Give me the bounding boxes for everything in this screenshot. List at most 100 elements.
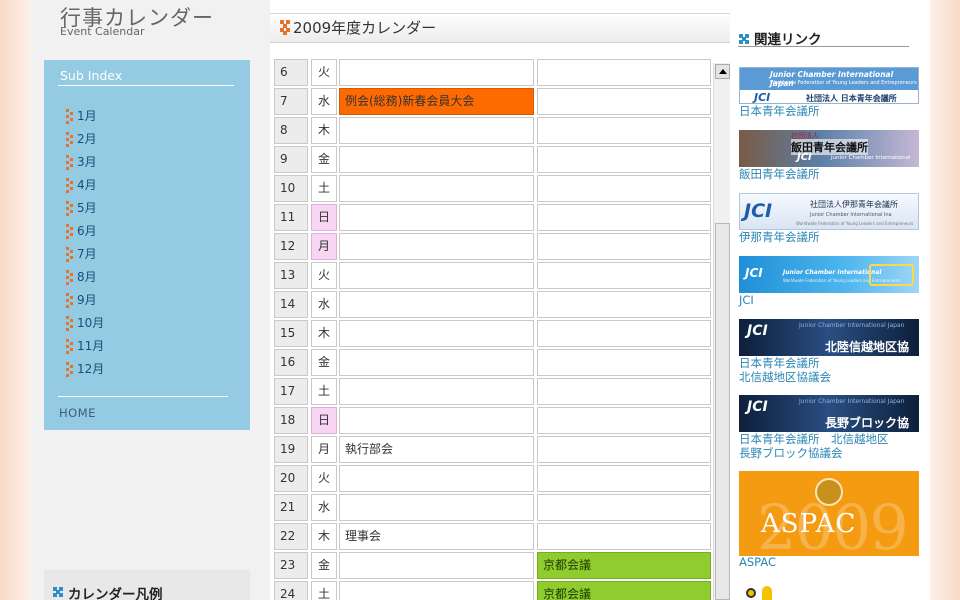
month-link[interactable]: 8月 [66, 268, 97, 285]
month-link[interactable]: 3月 [66, 153, 97, 170]
banner-caption[interactable]: 日本青年会議所 北信越地区 [739, 433, 919, 446]
orange-marker-icon [280, 20, 291, 35]
banner-caption[interactable]: ASPAC [739, 556, 919, 569]
event-cell [339, 465, 534, 492]
banner-caption[interactable]: 飯田青年会議所 [739, 168, 919, 181]
event-cell [339, 204, 534, 231]
banner-text: Junior Chamber International [783, 269, 882, 276]
weekday-cell: 火 [311, 262, 337, 289]
banner-text: 社団法人 日本青年会議所 [806, 94, 897, 103]
banner-ina[interactable]: JCI 社団法人伊那青年会議所 Junior Chamber Internati… [739, 193, 919, 244]
event-cell [339, 494, 534, 521]
month-item: 7月 [66, 242, 104, 265]
divider [58, 85, 234, 86]
month-label: 5月 [77, 201, 97, 215]
event-cell [339, 175, 534, 202]
event-cell [339, 581, 534, 600]
banner-caption[interactable]: JCI [739, 294, 919, 307]
banner-jci-japan[interactable]: Junior Chamber International Japan World… [739, 67, 919, 118]
month-link[interactable]: 1月 [66, 107, 97, 124]
event-cell[interactable]: 京都会議 [537, 581, 711, 600]
banner-text: Worldwide Federation of Young Leaders an… [770, 80, 917, 86]
weekday-cell: 土 [311, 378, 337, 405]
banner-text: 長野ブロック協議会 [825, 416, 910, 430]
month-item: 8月 [66, 265, 104, 288]
right-column: 関連リンク Junior Chamber International Japan… [730, 0, 930, 600]
event-cell [339, 233, 534, 260]
event-cell [537, 436, 711, 463]
calendar-row: 20 火 [273, 464, 714, 493]
month-link[interactable]: 7月 [66, 245, 97, 262]
calendar-row: 16 金 [273, 348, 714, 377]
calendar-row: 13 火 [273, 261, 714, 290]
banner-caption[interactable]: 北信越地区協議会 [739, 371, 919, 384]
orange-bullet-icon [66, 246, 74, 262]
banner-nagano[interactable]: JCI Junior Chamber International Japan 長… [739, 395, 919, 460]
event-cell [537, 349, 711, 376]
day-number: 15 [274, 320, 308, 347]
month-item: 10月 [66, 311, 104, 334]
banner-text: Junior Chamber International Japan [799, 322, 905, 329]
banner-aspac[interactable]: 2009 ASPAC ASPAC [739, 471, 919, 569]
month-link[interactable]: 10月 [66, 314, 104, 331]
calendar-row: 9金 [273, 145, 714, 174]
month-label: 11月 [77, 339, 105, 353]
banner-text: Junior Chamber International Japan [799, 398, 905, 405]
scroll-thumb[interactable] [715, 223, 730, 600]
month-link[interactable]: 6月 [66, 222, 97, 239]
banner-caption[interactable]: 日本青年会議所 [739, 105, 919, 118]
banner-caption[interactable]: 日本青年会議所 [739, 357, 919, 370]
day-number: 9 [274, 146, 308, 173]
banner-jci[interactable]: JCI Junior Chamber International Worldwi… [739, 256, 919, 307]
month-label: 3月 [77, 155, 97, 169]
weekday-cell: 金 [311, 146, 337, 173]
event-cell[interactable]: 京都会議 [537, 552, 711, 579]
page: 行事カレンダー Event Calendar Sub Index 1月 2月 3月 4… [30, 0, 930, 600]
event-cell [537, 59, 711, 86]
weekday-cell: 月 [311, 436, 337, 463]
weekday-cell: 金 [311, 552, 337, 579]
banner-iida[interactable]: 社団法人 飯田青年会議所 JCI Junior Chamber Internat… [739, 130, 919, 181]
weekday-cell: 水 [311, 291, 337, 318]
scroll-up-button[interactable] [715, 64, 730, 79]
jci-logo-icon: JCI [744, 200, 773, 222]
divider [58, 396, 228, 397]
month-link[interactable]: 5月 [66, 199, 97, 216]
event-cell[interactable]: 執行部会 [339, 436, 534, 463]
month-link[interactable]: 4月 [66, 176, 97, 193]
event-cell [339, 117, 534, 144]
month-link[interactable]: 11月 [66, 337, 104, 354]
event-cell [339, 378, 534, 405]
calendar-row: 24 土 京都会議 [273, 580, 714, 600]
weekday-cell: 木 [311, 117, 337, 144]
aspac-emblem-icon [815, 478, 843, 506]
month-link[interactable]: 12月 [66, 360, 104, 377]
day-number: 21 [274, 494, 308, 521]
weekday-cell: 日 [311, 204, 337, 231]
day-number: 10 [274, 175, 308, 202]
month-item: 4月 [66, 173, 104, 196]
day-number: 13 [274, 262, 308, 289]
event-cell[interactable]: 例会(総務)新春会員大会 [339, 88, 534, 115]
event-cell [537, 146, 711, 173]
month-link[interactable]: 2月 [66, 130, 97, 147]
banner-text: Junior Chamber International [831, 155, 911, 161]
iida-banner-image: 社団法人 飯田青年会議所 JCI Junior Chamber Internat… [739, 130, 919, 167]
orange-bullet-icon [66, 200, 74, 216]
weekday-cell: 木 [311, 523, 337, 550]
banner-hokushinetsu[interactable]: JCI Junior Chamber International Japan 北… [739, 319, 919, 384]
jci-logo-icon: JCI [745, 266, 763, 280]
scrollbar[interactable] [713, 63, 730, 600]
calendar-row: 15 木 [273, 319, 714, 348]
banner-caption[interactable]: 伊那青年会議所 [739, 231, 919, 244]
banner-caption[interactable]: 長野ブロック協議会 [739, 447, 919, 460]
month-item: 3月 [66, 150, 104, 173]
event-cell[interactable]: 理事会 [339, 523, 534, 550]
jci-logo-icon: JCI [754, 91, 771, 104]
calendar-row: 11 日 [273, 203, 714, 232]
day-number: 16 [274, 349, 308, 376]
month-link[interactable]: 9月 [66, 291, 97, 308]
calendar-row: 14 水 [273, 290, 714, 319]
month-item: 11月 [66, 334, 104, 357]
home-link[interactable]: HOME [59, 406, 96, 420]
